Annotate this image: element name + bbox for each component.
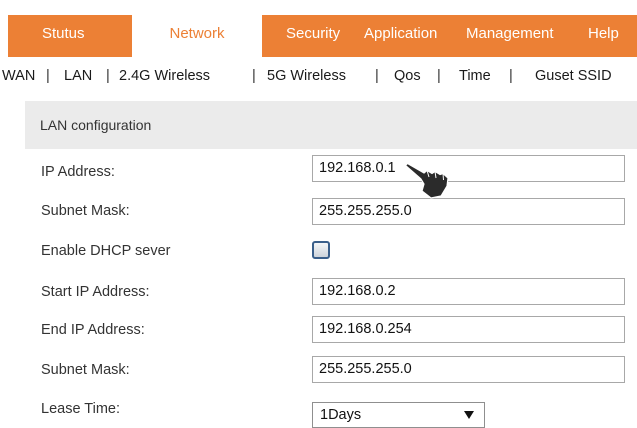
triangle-down-icon xyxy=(464,411,474,419)
subnav-time[interactable]: Time xyxy=(459,66,491,86)
subnav-separator: | xyxy=(252,68,256,84)
subnav-separator: | xyxy=(437,68,441,84)
ip-address-input[interactable]: 192.168.0.1 xyxy=(312,155,625,182)
lease-time-select[interactable]: 1Days xyxy=(312,402,485,428)
enable-dhcp-checkbox[interactable] xyxy=(312,241,330,259)
lease-time-label: Lease Time: xyxy=(41,401,120,417)
dhcp-subnet-mask-label: Subnet Mask: xyxy=(41,362,130,378)
end-ip-label: End IP Address: xyxy=(41,322,145,338)
subnet-mask-input[interactable]: 255.255.255.0 xyxy=(312,198,625,225)
subnet-mask-label: Subnet Mask: xyxy=(41,203,130,219)
subnav-2-4g-wireless[interactable]: 2.4G Wireless xyxy=(119,66,210,86)
dhcp-subnet-mask-input[interactable]: 255.255.255.0 xyxy=(312,356,625,383)
tab-status[interactable]: Stutus xyxy=(42,15,85,57)
start-ip-label: Start IP Address: xyxy=(41,284,150,300)
sub-navigation-bar: WAN | LAN | 2.4G Wireless | 5G Wireless … xyxy=(0,66,637,86)
section-header: LAN configuration xyxy=(25,101,637,149)
tab-security[interactable]: Security xyxy=(286,15,340,57)
ip-address-label: IP Address: xyxy=(41,164,115,180)
tab-application[interactable]: Application xyxy=(364,15,437,57)
hand-pointer-icon xyxy=(404,162,449,199)
enable-dhcp-label: Enable DHCP sever xyxy=(41,243,171,259)
subnav-guest-ssid[interactable]: Guset SSID xyxy=(535,66,612,86)
subnav-separator: | xyxy=(106,68,110,84)
subnav-5g-wireless[interactable]: 5G Wireless xyxy=(267,66,346,86)
subnav-separator: | xyxy=(46,68,50,84)
tab-management[interactable]: Management xyxy=(466,15,554,57)
subnav-qos[interactable]: Qos xyxy=(394,66,421,86)
start-ip-input[interactable]: 192.168.0.2 xyxy=(312,278,625,305)
end-ip-input[interactable]: 192.168.0.254 xyxy=(312,316,625,343)
subnav-separator: | xyxy=(375,68,379,84)
tab-network[interactable]: Network xyxy=(132,15,262,57)
subnav-wan[interactable]: WAN xyxy=(2,66,35,86)
section-title: LAN configuration xyxy=(40,117,152,133)
tab-help[interactable]: Help xyxy=(588,15,619,57)
lease-time-value: 1Days xyxy=(320,407,362,423)
top-navigation-bar: Stutus Network Security Application Mana… xyxy=(8,15,637,57)
subnav-separator: | xyxy=(509,68,513,84)
subnav-lan[interactable]: LAN xyxy=(64,66,92,86)
